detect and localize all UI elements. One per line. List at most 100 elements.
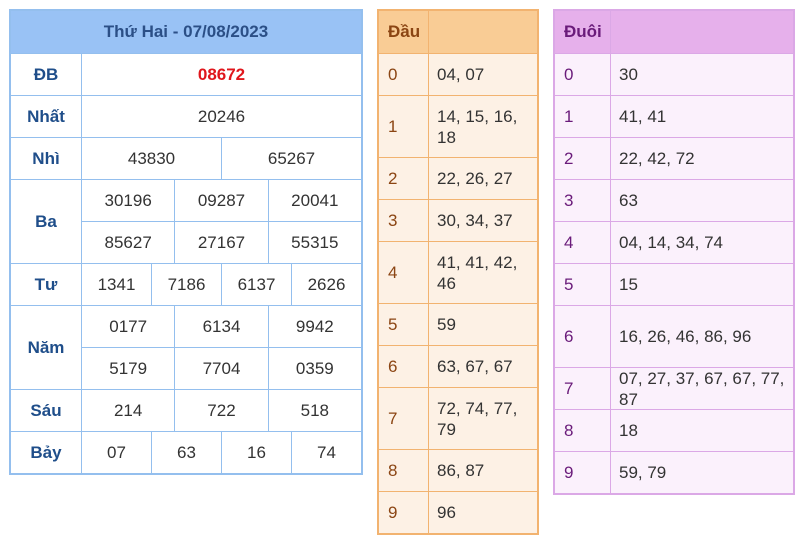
prize-label: Nhất (11, 96, 82, 137)
head-table-header: Đầu (379, 11, 537, 53)
tail-table-digit: 8 (555, 410, 611, 451)
head-table-row: 1 14, 15, 16, 18 (379, 95, 537, 157)
head-table-values: 14, 15, 16, 18 (437, 106, 518, 147)
prize-number: 5179 (109, 358, 148, 378)
prize-numbers: 07 63 16 74 (82, 432, 361, 473)
prize-number: 7704 (174, 348, 267, 389)
head-table-digit: 0 (379, 54, 429, 95)
head-table-header-blank (429, 11, 537, 53)
prize-number: 0359 (267, 348, 361, 389)
tail-table-row: 5 15 (555, 263, 793, 305)
tail-table-header-blank (611, 11, 793, 53)
prize-label: Nhì (11, 138, 82, 179)
head-table-row: 2 22, 26, 27 (379, 157, 537, 199)
prize-number-line: 0177 6134 9942 (82, 306, 361, 347)
prize-label: Tư (11, 264, 82, 305)
prize-number: 16 (221, 432, 291, 473)
prize-row: ĐB 08672 (11, 54, 361, 96)
prize-number-line: 1341 7186 6137 2626 (82, 264, 361, 305)
head-table-header-label: Đầu (379, 11, 429, 53)
head-table-values: 41, 41, 42, 46 (437, 252, 518, 293)
head-table-row: 9 96 (379, 491, 537, 533)
tail-table-digit: 2 (555, 138, 611, 179)
head-table-row: 4 41, 41, 42, 46 (379, 241, 537, 303)
prize-numbers: 30196 09287 20041 85627 27167 55315 (82, 180, 361, 263)
head-table-values: 72, 74, 77, 79 (437, 398, 518, 439)
special-prize-number: 08672 (197, 64, 246, 84)
prize-number: 722 (174, 390, 267, 431)
prize-number: 6134 (174, 306, 267, 347)
prize-number-line: 5179 7704 0359 (82, 347, 361, 389)
tail-table-row: 4 04, 14, 34, 74 (555, 221, 793, 263)
prize-label: ĐB (11, 54, 82, 95)
tail-table-row: 1 41, 41 (555, 95, 793, 137)
tail-table-values: 22, 42, 72 (619, 149, 695, 168)
head-table-values: 96 (437, 503, 456, 522)
tail-table-values: 30 (619, 65, 638, 84)
tail-table-values: 63 (619, 191, 638, 210)
prize-numbers: 20246 (82, 96, 361, 137)
prize-number: 09287 (174, 180, 267, 221)
tail-table-values: 07, 27, 37, 67, 67, 77, 87 (619, 368, 785, 409)
head-table-values: 30, 34, 37 (437, 211, 513, 230)
head-table-digit: 1 (379, 96, 429, 157)
tail-table-row: 6 16, 26, 46, 86, 96 (555, 305, 793, 367)
prize-number: 1341 (97, 274, 136, 294)
prize-row: Nhất 20246 (11, 96, 361, 138)
tail-table-values: 15 (619, 275, 638, 294)
prize-number: 74 (291, 432, 361, 473)
prize-label: Năm (11, 306, 82, 389)
tail-table-digit: 0 (555, 54, 611, 95)
tail-table-header-label: Đuôi (555, 11, 611, 53)
prize-number-line: 214 722 518 (82, 390, 361, 431)
tail-table-row: 8 18 (555, 409, 793, 451)
head-table-digit: 7 (379, 388, 429, 449)
lottery-results-table: Thứ Hai - 07/08/2023 ĐB 08672 Nhất 20246 Nhì… (9, 9, 363, 475)
prize-number: 518 (267, 390, 361, 431)
head-table-digit: 3 (379, 200, 429, 241)
prize-numbers: 1341 7186 6137 2626 (82, 264, 361, 305)
results-date-title: Thứ Hai - 07/08/2023 (11, 11, 361, 54)
prize-number: 2626 (291, 264, 361, 305)
prize-numbers: 08672 (82, 54, 361, 95)
prize-number: 43830 (127, 148, 176, 168)
head-table-digit: 6 (379, 346, 429, 387)
head-table-digit: 4 (379, 242, 429, 303)
head-table-row: 6 63, 67, 67 (379, 345, 537, 387)
tail-table-header: Đuôi (555, 11, 793, 53)
prize-number: 20246 (197, 106, 246, 126)
prize-number-line: 43830 65267 (82, 138, 361, 179)
head-table-digit: 2 (379, 158, 429, 199)
prize-row: Năm 0177 6134 9942 5179 7704 0359 (11, 306, 361, 390)
tail-table-digit: 5 (555, 264, 611, 305)
tail-table-rows: 0 30 1 41, 41 2 22, 42, 72 3 63 4 04, 14, 34, 74 5… (555, 53, 793, 493)
prize-number-line: 07 63 16 74 (82, 432, 361, 473)
prize-number: 65267 (221, 138, 361, 179)
head-table-row: 8 86, 87 (379, 449, 537, 491)
head-table-digit: 5 (379, 304, 429, 345)
tail-table-row: 0 30 (555, 53, 793, 95)
head-digit-table: Đầu 0 04, 07 1 14, 15, 16, 18 2 22, 26, 27 3 30… (377, 9, 539, 535)
tail-table-values: 04, 14, 34, 74 (619, 233, 723, 252)
head-table-values: 04, 07 (437, 65, 485, 84)
prize-number-line: 30196 09287 20041 (82, 180, 361, 221)
tail-table-values: 41, 41 (619, 107, 667, 126)
tail-table-values: 18 (619, 421, 638, 440)
prize-number: 07 (107, 442, 126, 462)
prize-label: Ba (11, 180, 82, 263)
prize-row: Nhì 43830 65267 (11, 138, 361, 180)
tail-table-digit: 1 (555, 96, 611, 137)
prize-number: 0177 (109, 316, 148, 336)
head-table-row: 7 72, 74, 77, 79 (379, 387, 537, 449)
tail-table-row: 2 22, 42, 72 (555, 137, 793, 179)
head-table-rows: 0 04, 07 1 14, 15, 16, 18 2 22, 26, 27 3 30, 34… (379, 53, 537, 533)
tail-table-digit: 9 (555, 452, 611, 493)
tail-table-digit: 3 (555, 180, 611, 221)
prize-number: 20041 (267, 180, 361, 221)
tail-table-digit: 7 (555, 368, 611, 409)
head-table-digit: 9 (379, 492, 429, 533)
prize-row: Ba 30196 09287 20041 85627 27167 55315 (11, 180, 361, 264)
prize-number: 7186 (151, 264, 221, 305)
prize-number: 6137 (221, 264, 291, 305)
prize-number: 27167 (174, 222, 267, 263)
